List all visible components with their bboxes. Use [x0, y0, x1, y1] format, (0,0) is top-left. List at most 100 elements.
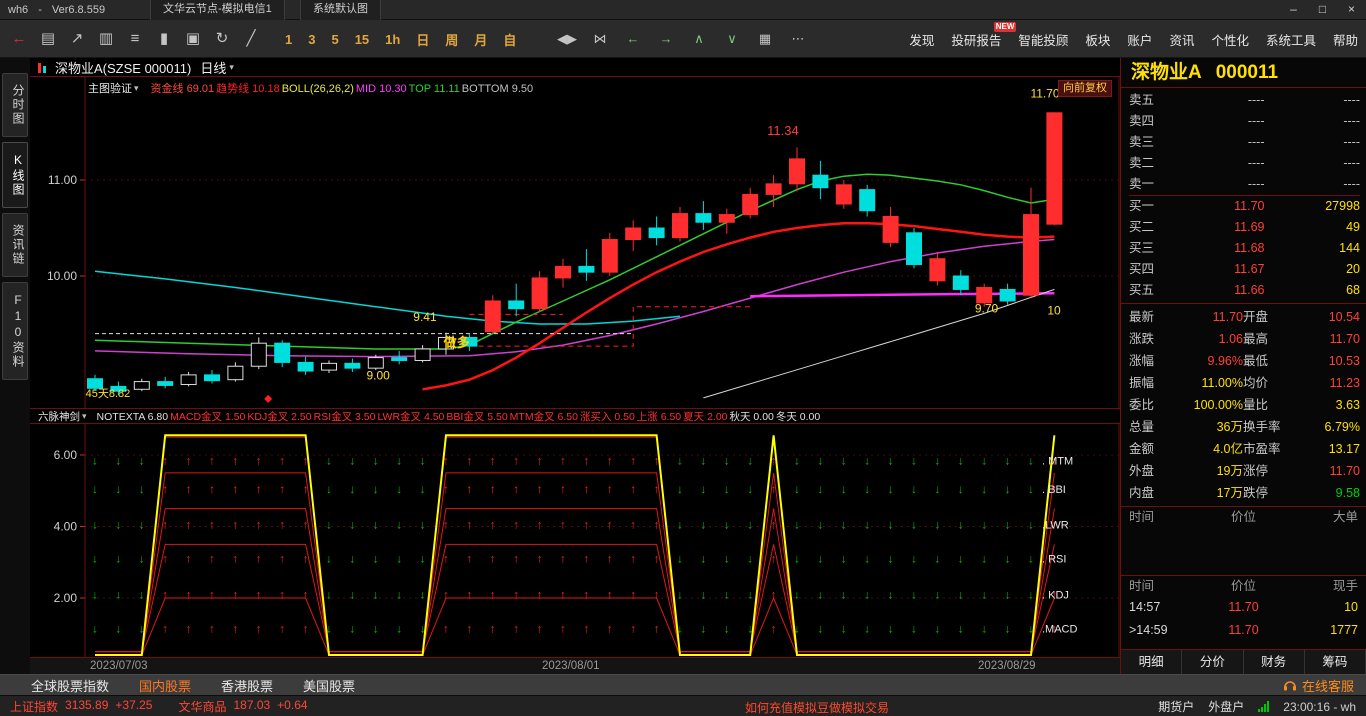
- svg-text:↑: ↑: [256, 482, 262, 496]
- minimize-button[interactable]: –: [1279, 0, 1308, 20]
- market-tab-hk-stock[interactable]: 香港股票: [206, 676, 288, 695]
- period-button-3[interactable]: 3: [306, 32, 317, 47]
- intraday-icon[interactable]: ▥: [95, 27, 117, 51]
- menu-news[interactable]: 资讯: [1169, 30, 1194, 49]
- expand-down-icon[interactable]: ∨: [721, 27, 743, 51]
- ask-price: ----: [1169, 90, 1265, 111]
- compress-icon[interactable]: ⋈: [589, 27, 611, 51]
- period-button-1[interactable]: 1: [283, 32, 294, 47]
- online-service-button[interactable]: 在线客服: [1283, 675, 1354, 696]
- toolbar-menu: 发现投研报告NEW 智能投顾板块账户资讯个性化系统工具帮助: [909, 20, 1358, 58]
- tick-row[interactable]: >14:5911.701777: [1121, 619, 1366, 642]
- layout-tab[interactable]: 系统默认图: [300, 0, 381, 20]
- period-button-自[interactable]: 自: [501, 30, 518, 49]
- quote-panel-filler: [1121, 642, 1366, 649]
- close-button[interactable]: ×: [1337, 0, 1366, 20]
- svg-text:↑: ↑: [607, 552, 613, 566]
- period-button-月[interactable]: 月: [472, 30, 489, 49]
- quote-list-icon[interactable]: ▤: [37, 27, 59, 51]
- period-button-日[interactable]: 日: [414, 30, 431, 49]
- back-icon[interactable]: ←: [8, 27, 30, 51]
- draw-icon[interactable]: ╱: [240, 27, 262, 51]
- tick-icon[interactable]: ≡: [124, 27, 146, 51]
- svg-text:↓: ↓: [1028, 552, 1034, 566]
- sub-chart-area[interactable]: 6.004.002.00↓↓↓↓↓↓↓↓↓↓↓↓↓↓↓↓↓↓↑↑↑↑↑↑↑↑↑↑…: [30, 424, 1120, 657]
- svg-text:↓: ↓: [139, 587, 145, 601]
- adjust-mode-tag[interactable]: 向前复权: [1058, 80, 1112, 97]
- x-axis: 2023/07/03 2023/08/01 2023/08/29: [30, 657, 1120, 674]
- svg-text:↓: ↓: [888, 482, 894, 496]
- collapse-up-icon[interactable]: ∧: [688, 27, 710, 51]
- menu-account[interactable]: 账户: [1127, 30, 1152, 49]
- market-tab-domestic-stock[interactable]: 国内股票: [124, 676, 206, 695]
- ask-row-4[interactable]: 卖四--------: [1129, 111, 1360, 132]
- bid-row-4[interactable]: 买四11.6720: [1129, 259, 1360, 280]
- main-chart-area[interactable]: 11.0010.0011.3411.709.419.009.701045天8.8…: [30, 76, 1120, 408]
- bid-row-2[interactable]: 买二11.6949: [1129, 217, 1360, 238]
- save-icon[interactable]: ▣: [182, 27, 204, 51]
- index-quote[interactable]: 文华商品187.03+0.64: [178, 698, 307, 715]
- svg-text:9.00: 9.00: [366, 369, 390, 383]
- ask-row-3[interactable]: 卖三--------: [1129, 132, 1360, 153]
- period-button-15[interactable]: 15: [353, 32, 371, 47]
- sidebar-tab-kline[interactable]: K线图: [2, 142, 28, 208]
- tab-chips[interactable]: 筹码: [1305, 650, 1366, 674]
- zoom-candles-icon[interactable]: ◀▶: [556, 27, 578, 51]
- market-tab-us-stock[interactable]: 美国股票: [288, 676, 370, 695]
- bid-row-3[interactable]: 买三11.68144: [1129, 238, 1360, 259]
- svg-text:↓: ↓: [1028, 453, 1034, 467]
- sub-chart[interactable]: 6.004.002.00↓↓↓↓↓↓↓↓↓↓↓↓↓↓↓↓↓↓↑↑↑↑↑↑↑↑↑↑…: [30, 424, 1120, 657]
- svg-text:↓: ↓: [911, 518, 917, 532]
- svg-text:↓: ↓: [817, 453, 823, 467]
- market-tab-global-index[interactable]: 全球股票指数: [16, 676, 124, 695]
- index-quote[interactable]: 上证指数3135.89+37.25: [10, 698, 152, 715]
- svg-text:↑: ↑: [256, 453, 262, 467]
- tab-price-group[interactable]: 分价: [1182, 650, 1243, 674]
- more-icon[interactable]: ⋯: [787, 27, 809, 51]
- refresh-icon[interactable]: ↻: [211, 27, 233, 51]
- main-chart[interactable]: 11.0010.0011.3411.709.419.009.701045天8.8…: [30, 77, 1120, 408]
- account-tab-futures-account[interactable]: 期货户: [1158, 698, 1194, 715]
- menu-help[interactable]: 帮助: [1333, 30, 1358, 49]
- ask-row-5[interactable]: 卖五--------: [1129, 90, 1360, 111]
- sub-indicator-name[interactable]: 六脉神剑 ▾: [38, 409, 87, 424]
- period-button-周[interactable]: 周: [443, 30, 460, 49]
- ask-volume: ----: [1265, 174, 1361, 195]
- indicator-value: BOLL(26,26,2): [282, 83, 354, 95]
- tab-detail[interactable]: 明细: [1121, 650, 1182, 674]
- main-indicator-name[interactable]: 主图验证 ▾: [88, 80, 139, 96]
- maximize-button[interactable]: □: [1308, 0, 1337, 20]
- pan-right-icon[interactable]: →: [655, 27, 677, 51]
- connection-tab[interactable]: 文华云节点-模拟电信1: [150, 0, 285, 20]
- account-tab-global-account[interactable]: 外盘户: [1208, 698, 1244, 715]
- notice-marquee[interactable]: 如何充值模拟豆做模拟交易: [745, 699, 889, 716]
- tick-row[interactable]: 14:5711.7010: [1121, 596, 1366, 619]
- menu-personalize[interactable]: 个性化: [1211, 30, 1249, 49]
- ask-row-2[interactable]: 卖二--------: [1129, 153, 1360, 174]
- menu-system-tools[interactable]: 系统工具: [1266, 30, 1316, 49]
- trend-icon[interactable]: ↗: [66, 27, 88, 51]
- svg-text:↓: ↓: [115, 453, 121, 467]
- menu-smart-advisor[interactable]: 智能投顾: [1018, 30, 1068, 49]
- bid-row-1[interactable]: 买一11.7027998: [1129, 196, 1360, 217]
- period-button-1h[interactable]: 1h: [383, 32, 402, 47]
- sidebar-tab-intraday[interactable]: 分时图: [2, 73, 28, 137]
- svg-text:↓: ↓: [934, 587, 940, 601]
- multi-window-icon[interactable]: ▦: [754, 27, 776, 51]
- bid-row-5[interactable]: 买五11.6668: [1129, 280, 1360, 301]
- menu-research-report[interactable]: 投研报告NEW: [951, 30, 1001, 49]
- indicator-value: BBI金叉 5.50: [446, 411, 507, 423]
- svg-text:↑: ↑: [607, 482, 613, 496]
- tab-finance[interactable]: 财务: [1244, 650, 1305, 674]
- kline-icon[interactable]: ▮: [153, 27, 175, 51]
- pan-left-icon[interactable]: ←: [622, 27, 644, 51]
- ask-row-1[interactable]: 卖一--------: [1129, 174, 1360, 196]
- menu-sectors[interactable]: 板块: [1085, 30, 1110, 49]
- sidebar-tab-news-chain[interactable]: 资讯链: [2, 213, 28, 277]
- sidebar-tab-f10[interactable]: F10资料: [2, 282, 28, 380]
- menu-discover[interactable]: 发现: [909, 30, 934, 49]
- svg-text:10.00: 10.00: [47, 269, 77, 283]
- period-button-5[interactable]: 5: [329, 32, 340, 47]
- stat-value: 36万: [1169, 416, 1243, 438]
- period-selector[interactable]: 日线 ▾: [200, 58, 234, 77]
